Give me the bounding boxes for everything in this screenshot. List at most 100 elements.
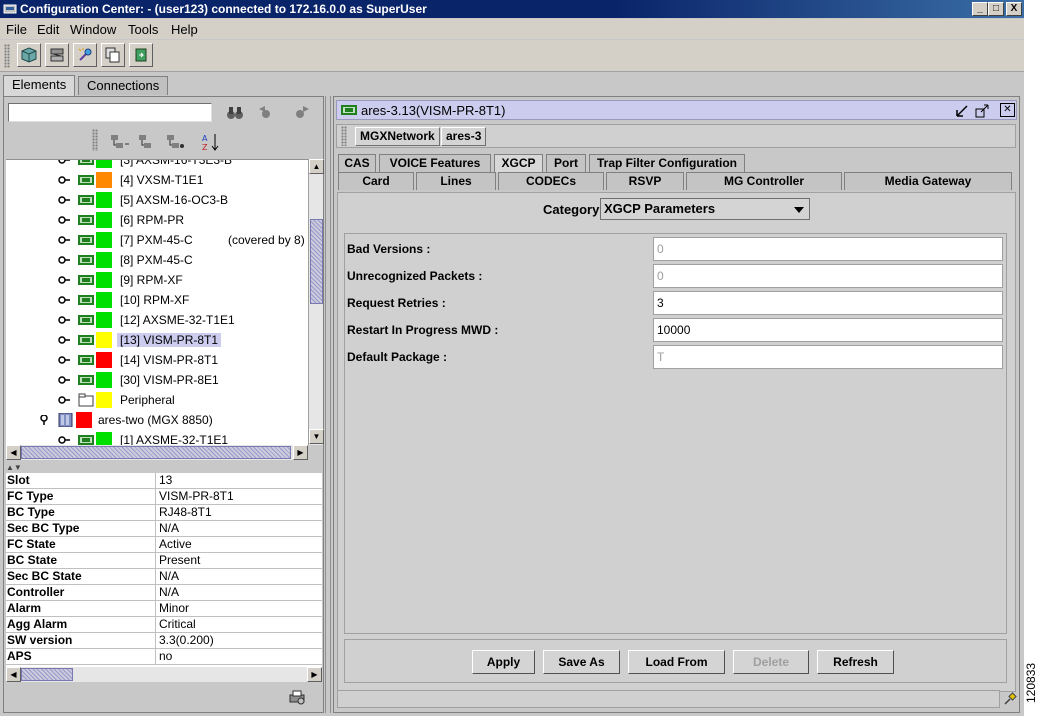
expand-handle-icon[interactable] — [58, 195, 70, 205]
tab-cas[interactable]: CAS — [338, 154, 376, 172]
expand-handle-icon[interactable] — [58, 235, 70, 245]
tree-node[interactable]: [13] VISM-PR-8T1 — [6, 330, 306, 350]
toolbar-grip[interactable] — [4, 44, 10, 68]
wand-button[interactable] — [73, 43, 97, 67]
tree-toolbar-grip[interactable] — [92, 129, 98, 151]
tab-lines[interactable]: Lines — [416, 172, 496, 190]
delete-button[interactable]: Delete — [733, 650, 809, 674]
tab-xgcp[interactable]: XGCP — [494, 154, 543, 172]
property-row[interactable]: FC Type VISM-PR-8T1 — [6, 489, 322, 505]
tree-node[interactable]: [1] AXSME-32-T1E1 — [6, 430, 306, 445]
tree-node[interactable]: [6] RPM-PR — [6, 210, 306, 230]
close-button[interactable]: X — [1006, 2, 1022, 16]
binoculars-icon[interactable] — [224, 103, 246, 123]
tree-node[interactable]: [4] VXSM-T1E1 — [6, 170, 306, 190]
menu-help[interactable]: Help — [171, 22, 198, 37]
menu-tools[interactable]: Tools — [128, 22, 158, 37]
tree-node-label[interactable]: ares-two (MGX 8850) — [98, 413, 213, 427]
tree-hscroll-thumb[interactable] — [21, 446, 291, 459]
export-button[interactable] — [129, 43, 153, 67]
find-next-icon[interactable] — [290, 103, 312, 123]
tree-node[interactable]: ares-two (MGX 8850) — [6, 410, 306, 430]
field-input[interactable]: 3 — [653, 291, 1003, 315]
tree-node[interactable]: [5] AXSM-16-OC3-B — [6, 190, 306, 210]
property-row[interactable]: APS no — [6, 649, 322, 665]
split-pane-divider[interactable]: ▲▼ — [6, 463, 322, 472]
vertical-split-divider[interactable] — [325, 96, 331, 713]
scroll-up-icon[interactable]: ▲ — [309, 159, 324, 174]
tree-node[interactable]: [9] RPM-XF — [6, 270, 306, 290]
prop-scroll-right-icon[interactable]: ▶ — [307, 667, 322, 682]
sort-az-icon[interactable]: AZ — [200, 132, 222, 152]
collapse-nodes-icon[interactable] — [136, 132, 158, 152]
breadcrumb-mgxnetwork[interactable]: MGXNetwork — [355, 127, 440, 146]
tree-node-label[interactable]: [4] VXSM-T1E1 — [120, 173, 203, 187]
property-row[interactable]: Slot 13 — [6, 473, 322, 489]
tree-node-label[interactable]: [5] AXSM-16-OC3-B — [120, 193, 228, 207]
breadcrumb-grip[interactable] — [341, 126, 347, 146]
pin-icon[interactable] — [1003, 692, 1017, 706]
property-row[interactable]: FC State Active — [6, 537, 322, 553]
expand-handle-icon[interactable] — [58, 435, 70, 445]
tree-node-label[interactable]: [1] AXSME-32-T1E1 — [120, 433, 228, 445]
print-icon[interactable] — [288, 689, 306, 705]
tree-node[interactable]: [10] RPM-XF — [6, 290, 306, 310]
tree-node-label[interactable]: [30] VISM-PR-8E1 — [120, 373, 219, 387]
property-row[interactable]: Alarm Minor — [6, 601, 322, 617]
tree-node[interactable]: [30] VISM-PR-8E1 — [6, 370, 306, 390]
tree-scroll-thumb[interactable] — [310, 219, 323, 304]
expand-handle-icon[interactable] — [58, 375, 70, 385]
save-as-button[interactable]: Save As — [543, 650, 620, 674]
load-from-button[interactable]: Load From — [628, 650, 725, 674]
tab-trap-filter-configuration[interactable]: Trap Filter Configuration — [589, 154, 745, 172]
expand-handle-icon[interactable] — [58, 295, 70, 305]
scroll-down-icon[interactable]: ▼ — [309, 429, 324, 444]
expand-handle-icon[interactable] — [58, 275, 70, 285]
tree-node-label[interactable]: [7] PXM-45-C — [120, 233, 193, 247]
properties-hscroll-thumb[interactable] — [21, 668, 73, 681]
menu-edit[interactable]: Edit — [37, 22, 59, 37]
tab-media-gateway[interactable]: Media Gateway — [844, 172, 1012, 190]
tree-node-label[interactable]: [3] AXSM-16-T3E3-B — [120, 160, 232, 167]
tab-voice-features[interactable]: VOICE Features — [379, 154, 491, 172]
tree-node-label[interactable]: [9] RPM-XF — [120, 273, 183, 287]
expand-handle-icon[interactable] — [58, 159, 70, 165]
minimize-button[interactable]: _ — [972, 2, 988, 16]
property-row[interactable]: SW version 3.3(0.200) — [6, 633, 322, 649]
field-input[interactable]: 10000 — [653, 318, 1003, 342]
tab-mg-controller[interactable]: MG Controller — [686, 172, 842, 190]
expand-handle-icon[interactable] — [58, 255, 70, 265]
tree-node[interactable]: [7] PXM-45-C (covered by 8) — [6, 230, 306, 250]
refresh-button[interactable]: Refresh — [817, 650, 894, 674]
tree-vertical-scrollbar[interactable]: ▲ ▼ — [308, 159, 324, 445]
property-row[interactable]: BC State Present — [6, 553, 322, 569]
menu-window[interactable]: Window — [70, 22, 116, 37]
expand-handle-icon[interactable] — [58, 175, 70, 185]
breadcrumb-ares-3[interactable]: ares-3 — [441, 127, 487, 146]
tab-connections[interactable]: Connections — [78, 76, 169, 95]
expand-nodes-icon[interactable] — [108, 132, 130, 152]
property-row[interactable]: Agg Alarm Critical — [6, 617, 322, 633]
filter-nodes-icon[interactable] — [164, 132, 186, 152]
copy-button[interactable] — [101, 43, 125, 67]
maximize-button[interactable]: □ — [988, 2, 1004, 16]
tab-elements[interactable]: Elements — [3, 75, 76, 96]
minimize-frame-icon[interactable] — [955, 104, 969, 118]
network-button[interactable] — [45, 43, 69, 67]
restore-frame-icon[interactable] — [975, 104, 989, 118]
property-row[interactable]: Controller N/A — [6, 585, 322, 601]
tree-node-label[interactable]: [14] VISM-PR-8T1 — [120, 353, 218, 367]
tree-node-label[interactable]: Peripheral — [120, 393, 175, 407]
tab-codecs[interactable]: CODECs — [498, 172, 604, 190]
property-row[interactable]: Sec BC Type N/A — [6, 521, 322, 537]
properties-horizontal-scrollbar[interactable]: ◀ ▶ — [6, 667, 322, 682]
expanded-handle-icon[interactable] — [38, 415, 50, 425]
cube-button[interactable] — [17, 43, 41, 67]
scroll-right-icon[interactable]: ▶ — [293, 445, 308, 460]
tree-node-label[interactable]: [8] PXM-45-C — [120, 253, 193, 267]
tree-node-label[interactable]: [6] RPM-PR — [120, 213, 184, 227]
tree-node[interactable]: [8] PXM-45-C — [6, 250, 306, 270]
tree-node[interactable]: [3] AXSM-16-T3E3-B — [6, 159, 306, 170]
property-row[interactable]: BC Type RJ48-8T1 — [6, 505, 322, 521]
close-frame-icon[interactable]: ✕ — [1000, 103, 1015, 117]
